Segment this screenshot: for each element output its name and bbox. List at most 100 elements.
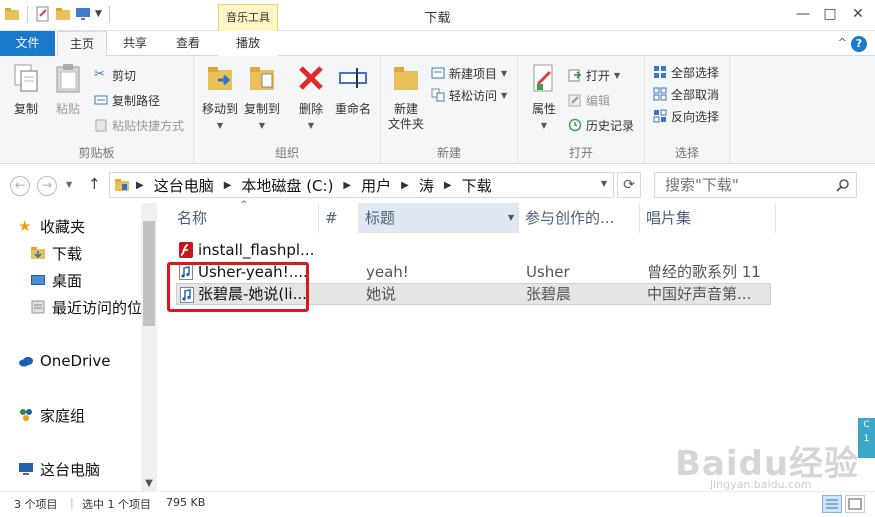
column-header-artist[interactable]: 参与创作的... — [519, 203, 640, 233]
paste-button[interactable]: 粘贴 — [50, 62, 86, 117]
column-header-name[interactable]: 名称 — [171, 203, 319, 233]
up-arrow-icon[interactable]: ↑ — [88, 175, 101, 193]
search-icon[interactable] — [836, 178, 850, 192]
delete-button[interactable]: 删除 ▼ — [294, 62, 328, 133]
large-icons-view-button[interactable] — [845, 495, 865, 513]
tab-play[interactable]: 播放 — [218, 31, 278, 56]
paste-label: 粘贴 — [55, 102, 80, 116]
organize-group: 移动到 ▼ 复制到 ▼ 删除 ▼ 重命名 组织 — [194, 56, 381, 164]
copy-path-button[interactable]: 复制路径 — [94, 90, 160, 110]
dropdown-arrow-icon: ▼ — [540, 121, 548, 130]
open-button[interactable]: 打开 ▼ — [568, 65, 620, 85]
recent-locations-dropdown-icon[interactable]: ▼ — [66, 180, 72, 189]
nav-favorites-label: 收藏夹 — [40, 217, 86, 236]
minimize-button[interactable]: — — [790, 3, 816, 25]
nav-homegroup[interactable]: 家庭组 — [18, 404, 85, 426]
status-item-count: 3 个项目 — [14, 498, 58, 511]
column-header-album[interactable]: 唱片集 — [640, 203, 776, 233]
nav-onedrive[interactable]: OneDrive — [18, 350, 111, 372]
nav-scrollbar-thumb[interactable] — [143, 221, 155, 326]
file-album: 中国好声音第... — [647, 285, 752, 303]
monitor-icon[interactable] — [75, 6, 91, 22]
cut-button[interactable]: ✂ 剪切 — [94, 65, 136, 85]
folder-icon[interactable] — [4, 6, 20, 22]
move-to-label: 移动到 — [201, 102, 238, 116]
address-bar[interactable]: ▶ 这台电脑 ▶ 本地磁盘 (C:) ▶ 用户 ▶ 涛 ▶ 下载 ▼ — [109, 172, 614, 198]
nav-recent[interactable]: 最近访问的位 — [30, 296, 142, 318]
star-icon: ★ — [18, 217, 32, 235]
new-folder-icon[interactable] — [55, 6, 71, 22]
chevron-right-icon[interactable]: ▶ — [343, 180, 351, 191]
file-artist: 张碧晨 — [526, 285, 572, 303]
folder-icon — [115, 179, 129, 191]
back-button[interactable]: ← — [10, 176, 30, 196]
rename-icon — [339, 68, 367, 88]
search-input[interactable] — [655, 173, 830, 197]
address-dropdown-icon[interactable]: ▼ — [601, 179, 607, 188]
edit-button[interactable]: 编辑 — [568, 90, 610, 110]
nav-desktop[interactable]: 桌面 — [30, 269, 82, 291]
history-button[interactable]: 历史记录 — [568, 115, 634, 135]
forward-button[interactable]: → — [37, 176, 57, 196]
properties-icon[interactable] — [35, 6, 51, 22]
breadcrumb-downloads[interactable]: 下载 — [462, 175, 492, 196]
new-folder-label-line2: 文件夹 — [387, 117, 424, 131]
copy-label: 复制 — [13, 102, 38, 116]
new-folder-button[interactable]: 新建 文件夹 — [385, 62, 427, 132]
dropdown-arrow-icon: ▼ — [307, 121, 315, 130]
nav-favorites[interactable]: ★ 收藏夹 — [18, 215, 85, 237]
chevron-up-icon[interactable]: ^ — [838, 36, 847, 49]
desktop-icon — [31, 275, 45, 285]
status-bar: 3 个项目 | 选中 1 个项目 795 KB — [0, 491, 875, 517]
scroll-down-arrow-icon[interactable]: ▼ — [141, 478, 157, 489]
tab-view[interactable]: 查看 — [163, 31, 213, 56]
nav-scrollbar[interactable]: ▼ — [141, 203, 157, 491]
invert-selection-label: 反向选择 — [671, 109, 720, 124]
tab-share[interactable]: 共享 — [112, 31, 158, 56]
side-tab-line2: 1 — [863, 434, 870, 444]
chevron-right-icon[interactable]: ▶ — [401, 180, 409, 191]
easy-access-button[interactable]: 轻松访问 ▼ — [431, 85, 507, 105]
status-size: 795 KB — [166, 496, 206, 509]
help-icon[interactable]: ? — [851, 36, 867, 52]
window-title: 下载 — [424, 11, 451, 26]
details-view-icon — [826, 499, 838, 509]
side-tab[interactable]: C 1 — [858, 418, 875, 458]
column-filter-dropdown-icon[interactable]: ▼ — [508, 203, 514, 233]
select-all-button[interactable]: 全部选择 — [653, 62, 719, 82]
copy-button[interactable]: 复制 — [8, 62, 44, 117]
column-header-number[interactable]: # — [319, 203, 359, 233]
properties-label: 属性 — [531, 102, 556, 116]
chevron-right-icon[interactable]: ▶ — [444, 180, 452, 191]
rename-button[interactable]: 重命名 — [332, 62, 374, 117]
chevron-right-icon[interactable]: ▶ — [224, 180, 232, 191]
tab-home[interactable]: 主页 — [57, 31, 107, 57]
flash-installer-icon — [179, 242, 193, 258]
maximize-button[interactable]: □ — [817, 3, 843, 25]
breadcrumb-users[interactable]: 用户 — [361, 175, 391, 196]
nav-downloads[interactable]: 下载 — [30, 242, 82, 264]
invert-selection-button[interactable]: 反向选择 — [653, 106, 719, 126]
title-bar: ▼ 音乐工具 下载 — □ ✕ — [0, 0, 875, 31]
copy-to-button[interactable]: 复制到 ▼ — [242, 62, 282, 133]
breadcrumb-local-disk[interactable]: 本地磁盘 (C:) — [241, 175, 333, 196]
new-item-button[interactable]: 新建项目 ▼ — [431, 63, 507, 83]
breadcrumb-this-pc[interactable]: 这台电脑 — [154, 175, 214, 196]
history-icon — [568, 118, 582, 132]
tab-file[interactable]: 文件 — [0, 31, 55, 56]
chevron-right-icon[interactable]: ▶ — [136, 180, 144, 191]
nav-this-pc[interactable]: 这台电脑 — [18, 458, 100, 480]
highlight-annotation-box — [167, 262, 309, 312]
column-header-title[interactable]: 标题 ▼ — [359, 203, 519, 233]
properties-button[interactable]: 属性 ▼ — [524, 62, 564, 133]
details-view-button[interactable] — [822, 495, 842, 513]
file-row[interactable]: install_flashpl... — [176, 239, 771, 261]
move-to-button[interactable]: 移动到 ▼ — [200, 62, 240, 133]
breadcrumb-user[interactable]: 涛 — [419, 175, 434, 196]
close-button[interactable]: ✕ — [845, 3, 871, 25]
select-none-button[interactable]: 全部取消 — [653, 84, 719, 104]
new-item-label: 新建项目 — [449, 66, 498, 81]
paste-shortcut-button[interactable]: 粘贴快捷方式 — [94, 115, 184, 135]
customize-qat-icon[interactable]: ▼ — [95, 9, 102, 19]
refresh-button[interactable]: ⟳ — [617, 172, 641, 198]
